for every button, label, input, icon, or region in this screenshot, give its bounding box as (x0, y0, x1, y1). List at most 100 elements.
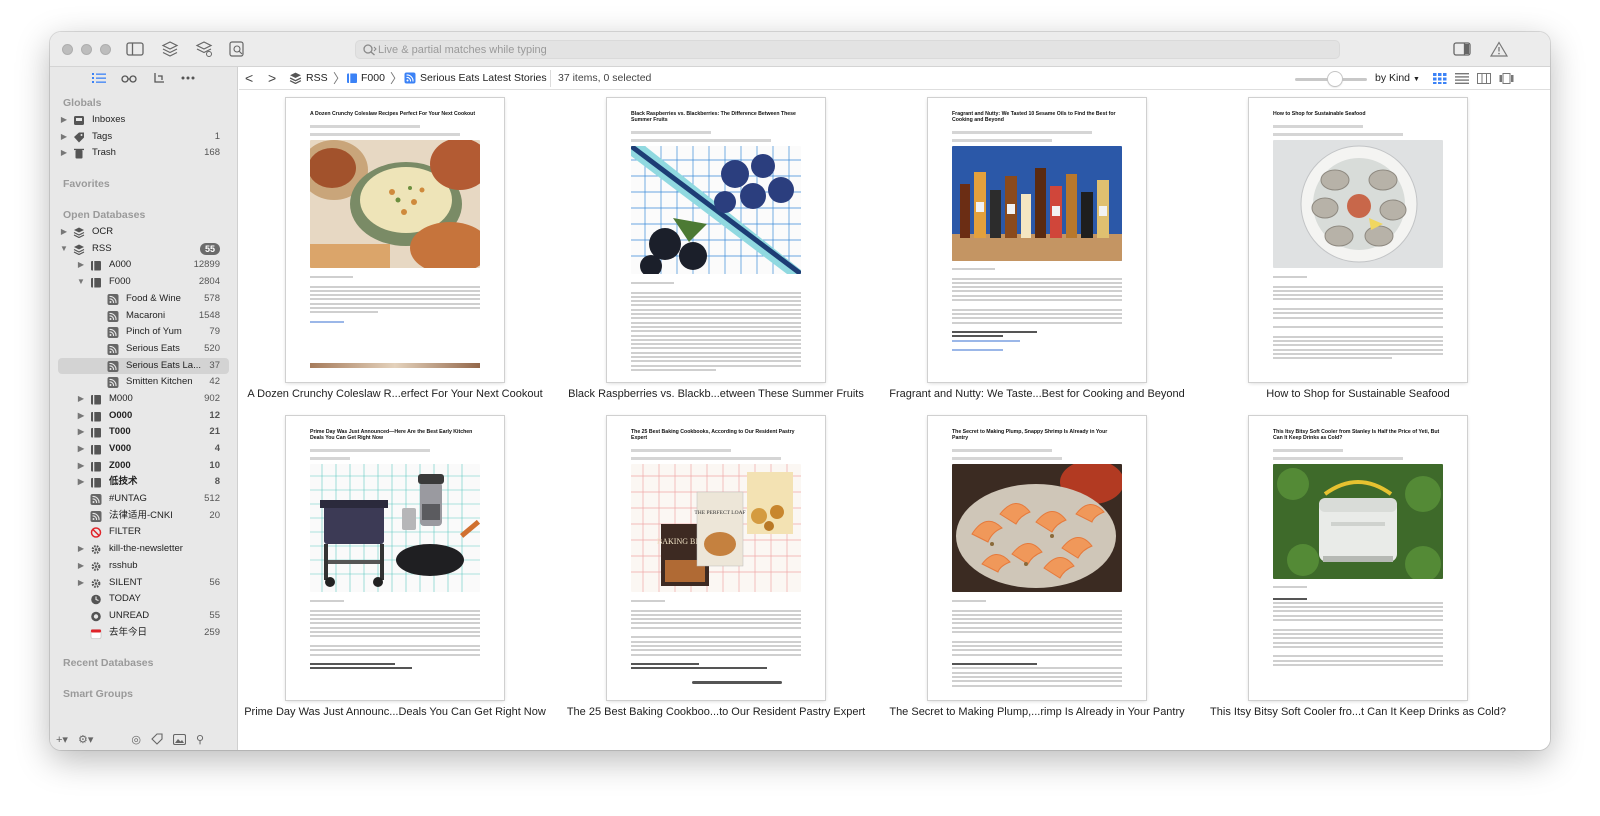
sidebar-item-serious-eats[interactable]: Serious Eats 520 (50, 341, 237, 358)
sidebar-item-t000[interactable]: ▶ T000 21 (50, 424, 237, 441)
sidebar-item-kill-the-newsletter[interactable]: ▶ kill-the-newsletter (50, 541, 237, 558)
sidebar-item-unread[interactable]: UNREAD 55 (50, 608, 237, 625)
scan-document-icon[interactable] (227, 40, 247, 58)
column-view-icon[interactable] (1477, 73, 1491, 84)
inspector-toggle-icon[interactable] (1452, 40, 1472, 58)
preview-byline (952, 131, 1092, 134)
document-title[interactable]: Black Raspberries vs. Blackb...etween Th… (560, 388, 872, 400)
disclosure-triangle-open-icon[interactable]: ▼ (59, 241, 69, 258)
rss-feed-icon (107, 293, 119, 305)
list-view-icon[interactable] (1455, 73, 1469, 84)
breadcrumb-serious-eats-latest[interactable]: Serious Eats Latest Stories (420, 67, 547, 90)
disclosure-triangle-icon[interactable]: ▶ (59, 145, 69, 162)
sidebar-item-food-wine[interactable]: Food & Wine 578 (50, 291, 237, 308)
sidebar-item-a000[interactable]: ▶ A000 12899 (50, 257, 237, 274)
document-thumbnail[interactable]: Fragrant and Nutty: We Tasted 10 Sesame … (881, 91, 1193, 409)
disclosure-triangle-icon[interactable]: ▶ (59, 224, 69, 241)
sidebar-item-tags[interactable]: ▶ Tags 1 (50, 129, 237, 146)
sidebar-item-pinch-of-yum[interactable]: Pinch of Yum 79 (50, 324, 237, 341)
close-window-button[interactable] (62, 44, 73, 55)
warning-icon[interactable] (1489, 40, 1509, 58)
sidebar-toggle-icon[interactable] (125, 40, 145, 58)
forward-button[interactable]: > (268, 67, 276, 90)
breadcrumb-f000[interactable]: F000 (361, 67, 385, 90)
pin-icon[interactable]: ⚲ (196, 733, 204, 746)
sidebar-item-trash[interactable]: ▶ Trash 168 (50, 145, 237, 162)
database-stack-icon[interactable] (194, 40, 214, 58)
document-title[interactable]: Prime Day Was Just Announc...Deals You C… (239, 706, 551, 718)
sidebar-item-rss[interactable]: ▼ RSS 55 (50, 241, 237, 258)
document-thumbnail[interactable]: The 25 Best Baking Cookbooks, According … (560, 409, 872, 727)
icon-view-icon[interactable] (1433, 73, 1447, 84)
import-icon[interactable] (150, 71, 168, 85)
sidebar-item-ocr[interactable]: ▶ OCR (50, 224, 237, 241)
disclosure-triangle-icon[interactable]: ▶ (76, 391, 86, 408)
sidebar-item-v000[interactable]: ▶ V000 4 (50, 441, 237, 458)
document-thumbnail[interactable]: The Secret to Making Plump, Snappy Shrim… (881, 409, 1193, 727)
sidebar-item-today[interactable]: TODAY (50, 591, 237, 608)
sidebar-item-smitten-kitchen[interactable]: Smitten Kitchen 42 (50, 374, 237, 391)
document-title[interactable]: Fragrant and Nutty: We Taste...Best for … (881, 388, 1193, 400)
cover-flow-icon[interactable] (1499, 73, 1514, 84)
disclosure-triangle-icon[interactable]: ▶ (76, 474, 86, 491)
tag-filter-icon[interactable] (151, 733, 163, 745)
sidebar-item-m000[interactable]: ▶ M000 902 (50, 391, 237, 408)
sidebar-item-cnki[interactable]: 法律适用-CNKI 20 (50, 508, 237, 525)
preview-body-text (631, 600, 801, 672)
document-thumbnail[interactable]: A Dozen Crunchy Coleslaw Recipes Perfect… (239, 91, 551, 409)
breadcrumb-rss[interactable]: RSS (306, 67, 328, 90)
sidebar-item-filter[interactable]: FILTER (50, 524, 237, 541)
reading-glasses-icon[interactable] (120, 71, 138, 85)
sidebar-item-low-tech[interactable]: ▶ 低技术 8 (50, 474, 237, 491)
document-thumbnail[interactable]: Prime Day Was Just Announced—Here Are th… (239, 409, 551, 727)
back-button[interactable]: < (245, 67, 253, 90)
search-input[interactable] (378, 42, 1318, 58)
database-layers-icon[interactable] (160, 40, 180, 58)
add-menu-icon[interactable]: +▾ (56, 733, 68, 746)
sidebar-item-untag[interactable]: #UNTAG 512 (50, 491, 237, 508)
action-gear-icon[interactable]: ⚙▾ (78, 733, 93, 746)
sidebar-item-inboxes[interactable]: ▶ Inboxes (50, 112, 237, 129)
disclosure-triangle-icon[interactable]: ▶ (76, 541, 86, 558)
sidebar-item-f000[interactable]: ▼ F000 2804 (50, 274, 237, 291)
target-icon[interactable]: ◎ (131, 733, 141, 746)
database-icon (289, 72, 302, 84)
disclosure-triangle-icon[interactable]: ▶ (76, 458, 86, 475)
document-thumbnail[interactable]: This Itsy Bitsy Soft Cooler from Stanley… (1202, 409, 1514, 727)
disclosure-triangle-open-icon[interactable]: ▼ (76, 274, 86, 291)
sidebar-item-label: Smitten Kitchen (126, 376, 193, 388)
sidebar-item-macaroni[interactable]: Macaroni 1548 (50, 308, 237, 325)
document-title[interactable]: This Itsy Bitsy Soft Cooler fro...t Can … (1202, 706, 1514, 718)
document-title[interactable]: The Secret to Making Plump,...rimp Is Al… (881, 706, 1193, 718)
disclosure-triangle-icon[interactable]: ▶ (76, 575, 86, 592)
search-field[interactable] (355, 40, 1340, 59)
disclosure-triangle-icon[interactable]: ▶ (76, 441, 86, 458)
disclosure-triangle-icon[interactable]: ▶ (76, 558, 86, 575)
disclosure-triangle-icon[interactable]: ▶ (76, 424, 86, 441)
more-icon[interactable] (180, 71, 198, 85)
sidebar-item-rsshub[interactable]: ▶ rsshub (50, 558, 237, 575)
document-thumbnail[interactable]: Black Raspberries vs. Blackberries: The … (560, 91, 872, 409)
slider-handle[interactable] (1328, 72, 1342, 86)
sidebar-item-silent[interactable]: ▶ SILENT 56 (50, 575, 237, 592)
document-thumbnail[interactable]: How to Shop for Sustainable Seafood How … (1202, 91, 1514, 409)
list-view-icon[interactable] (90, 71, 108, 85)
disclosure-triangle-icon[interactable]: ▶ (59, 112, 69, 129)
disclosure-triangle-icon[interactable]: ▶ (76, 257, 86, 274)
sidebar-item-z000[interactable]: ▶ Z000 10 (50, 458, 237, 475)
sidebar-item-serious-eats-latest[interactable]: Serious Eats La... 37 (58, 357, 229, 375)
sidebar-item-o000[interactable]: ▶ O000 12 (50, 408, 237, 425)
document-title[interactable]: A Dozen Crunchy Coleslaw R...erfect For … (239, 388, 551, 400)
sidebar-item-label: rsshub (109, 559, 138, 571)
disclosure-triangle-icon[interactable]: ▶ (76, 408, 86, 425)
document-title[interactable]: How to Shop for Sustainable Seafood (1202, 388, 1514, 400)
preview-dek (1273, 457, 1403, 460)
image-filter-icon[interactable] (172, 733, 186, 745)
minimize-window-button[interactable] (81, 44, 92, 55)
sort-popup[interactable]: by Kind ▼ (1375, 67, 1420, 90)
disclosure-triangle-icon[interactable]: ▶ (59, 129, 69, 146)
sidebar-item-label: Food & Wine (126, 292, 181, 304)
zoom-window-button[interactable] (100, 44, 111, 55)
sidebar-item-last-year-today[interactable]: 去年今日 259 (50, 625, 237, 642)
document-title[interactable]: The 25 Best Baking Cookboo...to Our Resi… (560, 706, 872, 718)
